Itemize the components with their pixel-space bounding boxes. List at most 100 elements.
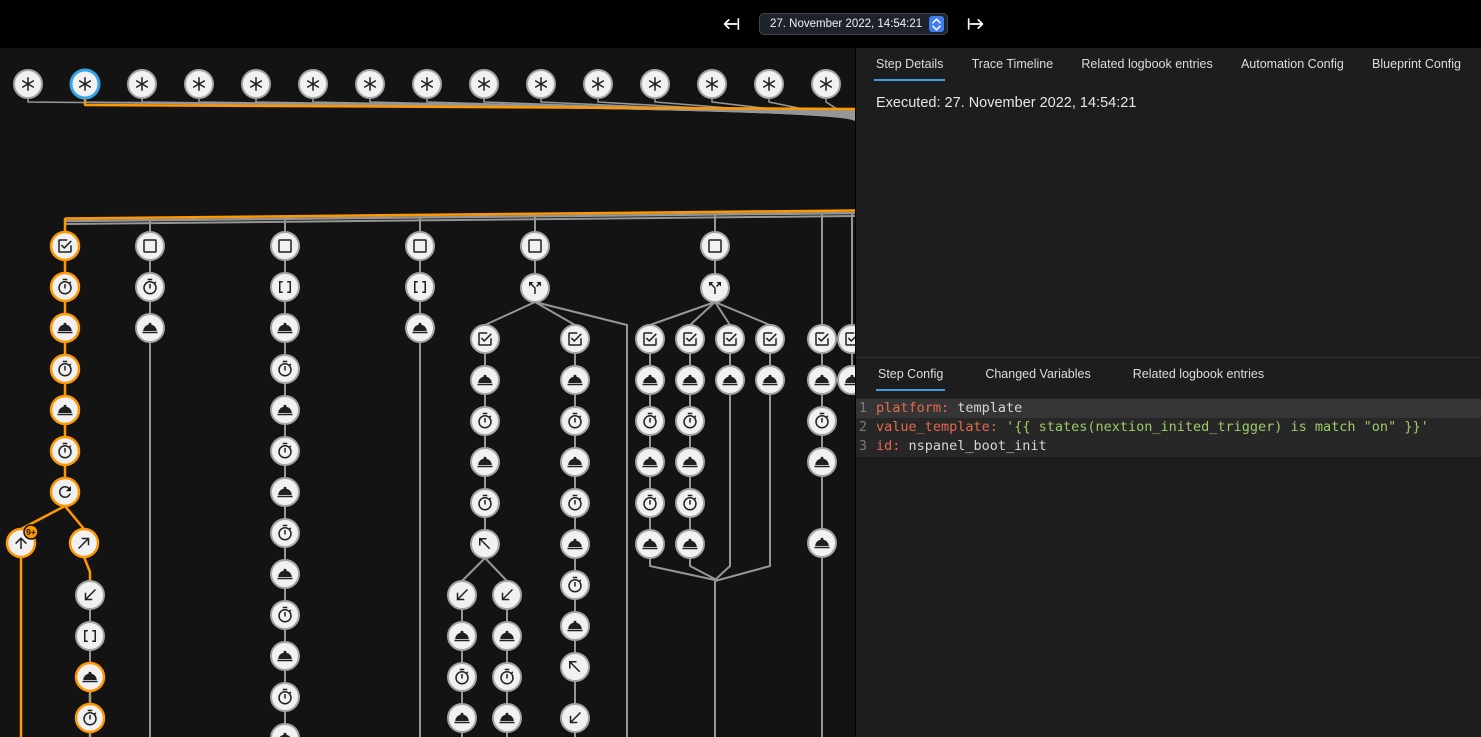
trace-node-service[interactable] <box>561 530 589 558</box>
trace-node-delay[interactable] <box>271 519 299 547</box>
trace-node-service[interactable] <box>561 448 589 476</box>
trace-node-delay[interactable] <box>676 407 704 435</box>
trace-node-asterisk[interactable] <box>128 70 156 98</box>
trace-node-condition-blank[interactable] <box>406 232 434 260</box>
trace-node-asterisk[interactable] <box>356 70 384 98</box>
trace-node-service[interactable] <box>471 366 499 394</box>
tab-trace-timeline[interactable]: Trace Timeline <box>970 48 1056 81</box>
trace-node-choose[interactable] <box>701 274 729 302</box>
tab-related-logbook-entries[interactable]: Related logbook entries <box>1131 358 1266 391</box>
trace-node-asterisk[interactable] <box>641 70 669 98</box>
tab-blueprint-config[interactable]: Blueprint Config <box>1370 48 1463 81</box>
trace-node-asterisk[interactable] <box>470 70 498 98</box>
trace-node-service[interactable] <box>76 663 104 691</box>
trace-node-condition[interactable] <box>716 325 744 353</box>
trace-node-asterisk[interactable] <box>584 70 612 98</box>
trace-node-condition[interactable] <box>808 325 836 353</box>
trace-node-asterisk[interactable] <box>242 70 270 98</box>
tab-automation-config[interactable]: Automation Config <box>1239 48 1346 81</box>
trace-node-arrow-bottom-left[interactable] <box>448 581 476 609</box>
trace-node-brackets[interactable] <box>406 273 434 301</box>
trace-node-condition-blank[interactable] <box>701 232 729 260</box>
trace-node-delay[interactable] <box>51 273 79 301</box>
trace-node-arrow-bottom-left[interactable] <box>76 581 104 609</box>
trace-node-delay[interactable] <box>636 489 664 517</box>
trace-node-service[interactable] <box>271 724 299 737</box>
trace-node-delay[interactable] <box>271 437 299 465</box>
trace-node-delay[interactable] <box>561 407 589 435</box>
trace-node-arrow-top-left[interactable] <box>471 530 499 558</box>
trace-node-service[interactable] <box>271 396 299 424</box>
trace-node-service[interactable] <box>136 314 164 342</box>
trace-node-condition[interactable] <box>838 325 855 353</box>
trace-node-service[interactable] <box>471 448 499 476</box>
trace-timestamp-select[interactable]: 27. November 2022, 14:54:21 <box>759 13 948 35</box>
trace-node-arrow-bottom-left[interactable] <box>561 704 589 732</box>
tab-step-config[interactable]: Step Config <box>876 358 945 391</box>
trace-node-delay[interactable] <box>76 704 104 732</box>
previous-trace-button[interactable] <box>718 11 744 37</box>
trace-node-condition-blank[interactable] <box>271 232 299 260</box>
trace-node-condition[interactable] <box>51 232 79 260</box>
trace-node-service[interactable] <box>756 366 784 394</box>
trace-node-service[interactable] <box>561 366 589 394</box>
trace-node-service[interactable] <box>716 366 744 394</box>
trace-node-service[interactable] <box>448 622 476 650</box>
code-line[interactable]: 3id: nspanel_boot_init <box>856 437 1481 456</box>
trace-node-asterisk[interactable] <box>755 70 783 98</box>
code-line[interactable]: 2value_template: '{{ states(nextion_init… <box>856 418 1481 437</box>
trace-node-asterisk[interactable] <box>698 70 726 98</box>
trace-node-delay[interactable] <box>471 489 499 517</box>
trace-node-asterisk[interactable] <box>527 70 555 98</box>
trace-node-asterisk[interactable] <box>812 70 840 98</box>
tab-related-logbook-entries[interactable]: Related logbook entries <box>1079 48 1214 81</box>
trace-node-arrow-top-left[interactable] <box>561 653 589 681</box>
trace-node-delay[interactable] <box>271 355 299 383</box>
trace-node-condition[interactable] <box>756 325 784 353</box>
trace-node-delay[interactable] <box>676 489 704 517</box>
trace-node-delay[interactable] <box>561 571 589 599</box>
trace-node-service[interactable] <box>271 642 299 670</box>
trace-node-asterisk[interactable] <box>413 70 441 98</box>
trace-node-condition[interactable] <box>676 325 704 353</box>
trace-node-brackets[interactable] <box>76 622 104 650</box>
yaml-code-editor[interactable]: 1platform: template2value_template: '{{ … <box>856 398 1481 457</box>
trace-node-choose[interactable] <box>521 274 549 302</box>
next-trace-button[interactable] <box>963 11 989 37</box>
trace-node-asterisk[interactable] <box>299 70 327 98</box>
tab-changed-variables[interactable]: Changed Variables <box>983 358 1092 391</box>
trace-node-asterisk[interactable] <box>14 70 42 98</box>
code-line[interactable]: 1platform: template <box>856 399 1481 418</box>
trace-node-service[interactable] <box>406 314 434 342</box>
trace-node-arrow-bottom-left[interactable] <box>493 581 521 609</box>
tab-step-details[interactable]: Step Details <box>874 48 945 81</box>
trace-node-condition[interactable] <box>636 325 664 353</box>
trace-node-service[interactable] <box>271 478 299 506</box>
trace-node-service[interactable] <box>636 366 664 394</box>
trace-node-service[interactable] <box>808 448 836 476</box>
trace-node-service[interactable] <box>676 448 704 476</box>
trace-node-service[interactable] <box>561 612 589 640</box>
trace-node-repeat[interactable] <box>51 478 79 506</box>
trace-node-delay[interactable] <box>636 407 664 435</box>
trace-node-delay[interactable] <box>51 355 79 383</box>
trace-node-service[interactable] <box>808 529 836 557</box>
trace-node-delay[interactable] <box>51 437 79 465</box>
trace-node-service[interactable] <box>636 530 664 558</box>
trace-node-service[interactable] <box>676 530 704 558</box>
trace-node-service[interactable] <box>271 314 299 342</box>
trace-node-service[interactable] <box>636 448 664 476</box>
trace-node-service[interactable] <box>51 314 79 342</box>
trace-node-service[interactable] <box>808 366 836 394</box>
trace-node-condition[interactable] <box>561 325 589 353</box>
trace-node-service[interactable] <box>493 622 521 650</box>
trace-node-condition-blank[interactable] <box>521 232 549 260</box>
trace-node-arrow-top-right[interactable] <box>70 529 98 557</box>
trace-node-delay[interactable] <box>271 601 299 629</box>
trace-node-condition-blank[interactable] <box>136 232 164 260</box>
trace-node-service[interactable] <box>838 366 855 394</box>
trace-node-service[interactable] <box>676 366 704 394</box>
trace-node-delay[interactable] <box>471 407 499 435</box>
trace-node-delay[interactable] <box>493 663 521 691</box>
trace-node-delay[interactable] <box>136 273 164 301</box>
